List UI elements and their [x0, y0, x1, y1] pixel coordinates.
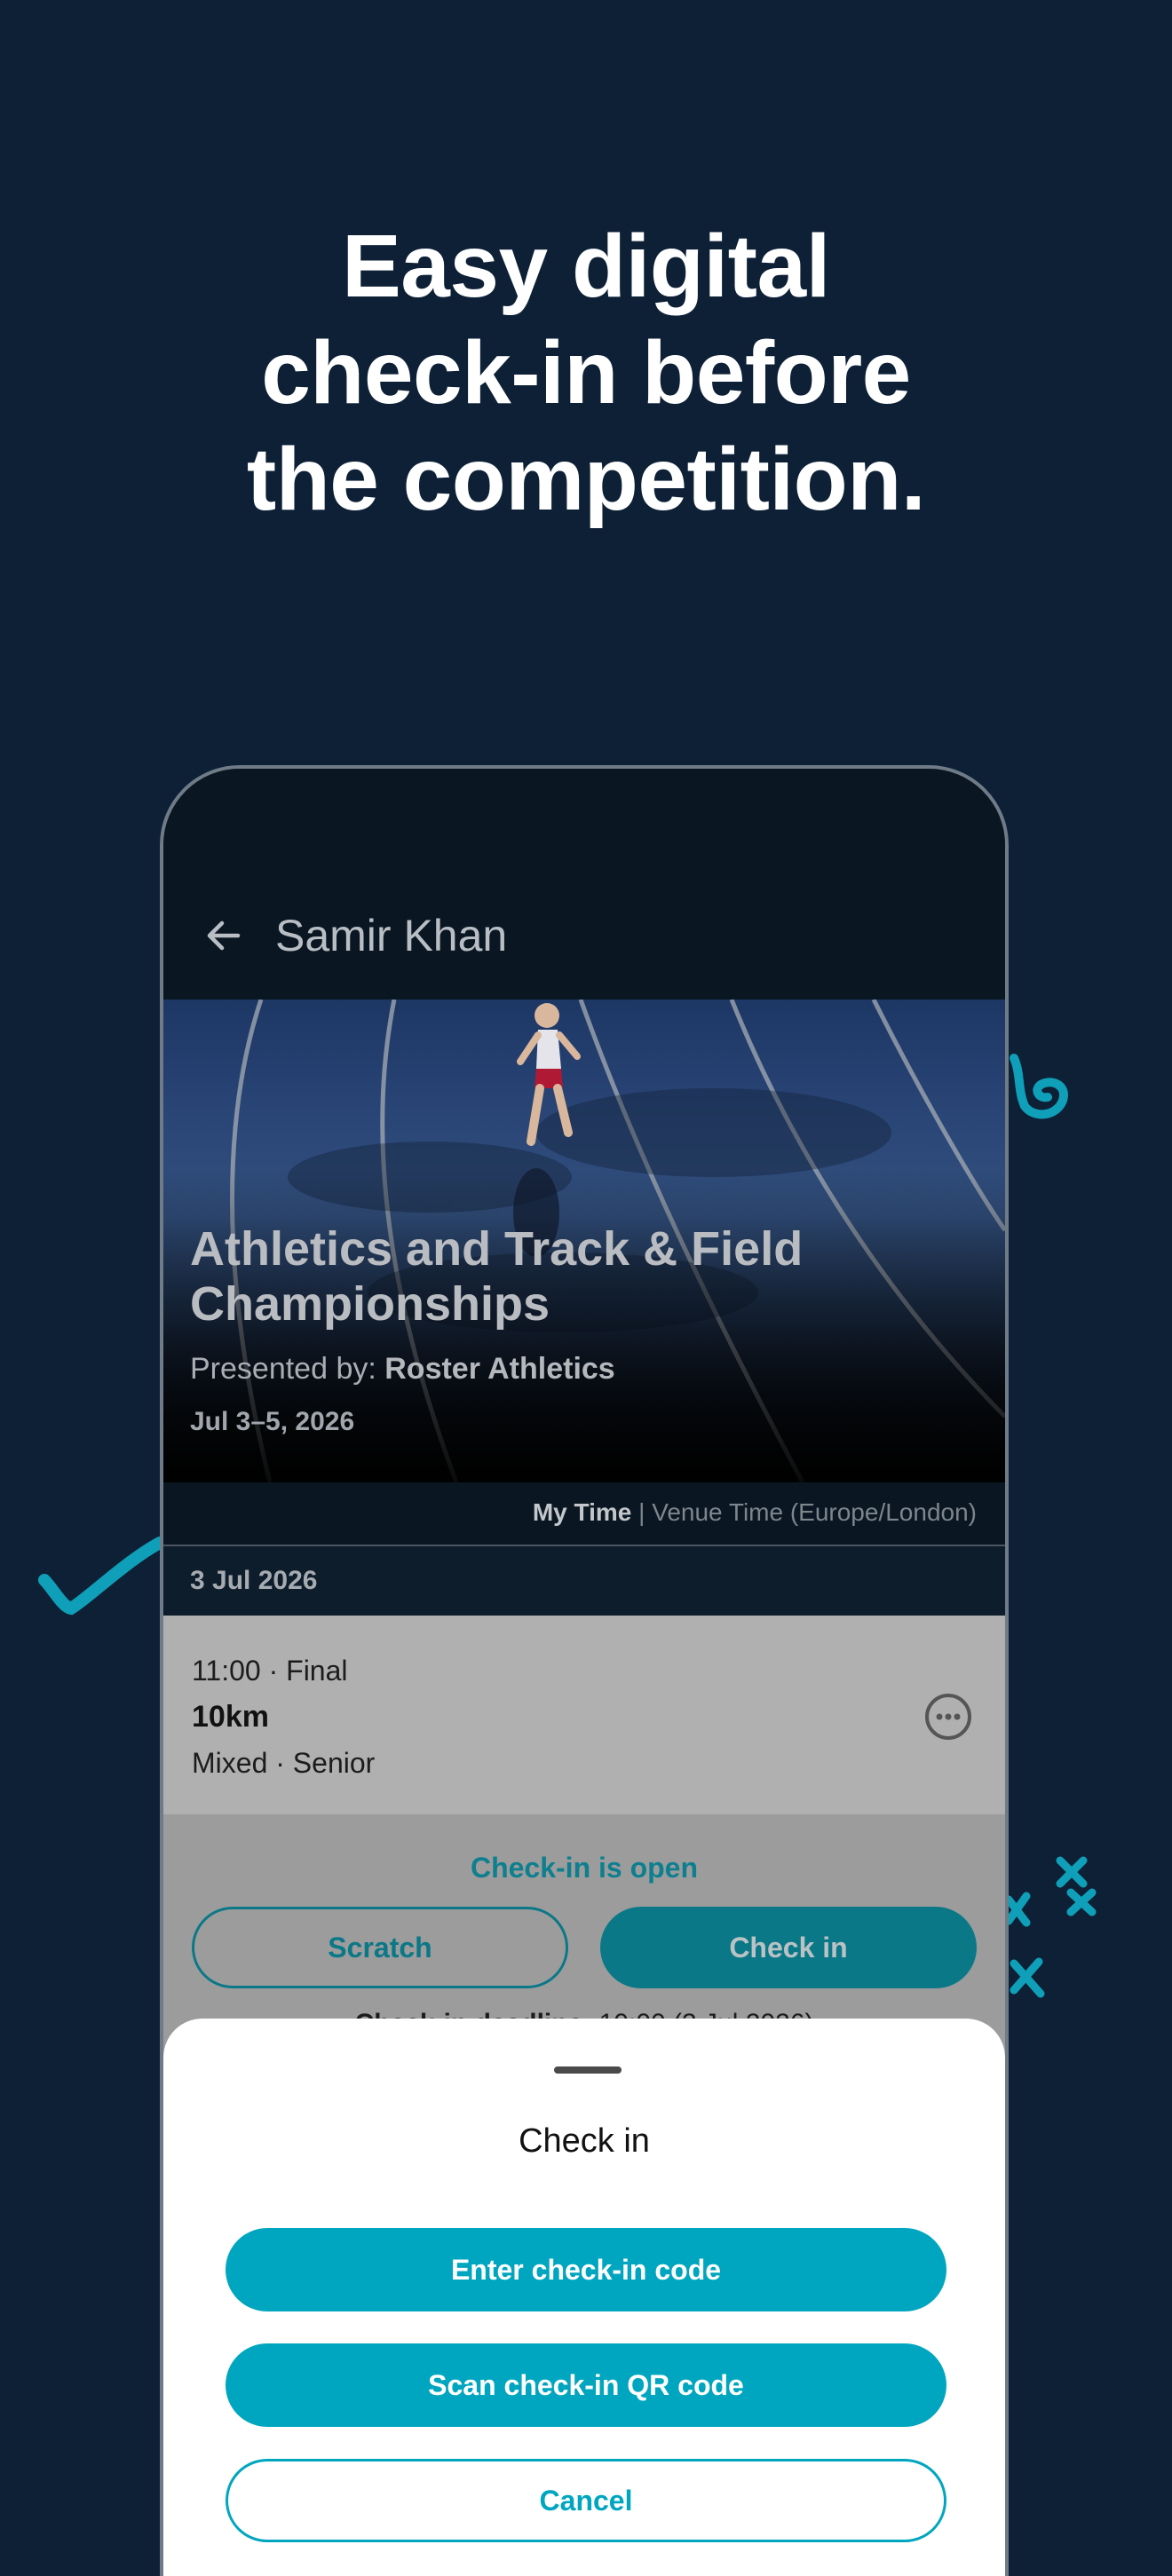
app-bar: Samir Khan: [163, 769, 1005, 1000]
presenter-name: Roster Athletics: [384, 1352, 615, 1386]
event-title: Athletics and Track & Field Championship…: [190, 1222, 804, 1331]
app-bar-title: Samir Khan: [275, 911, 508, 960]
event-dates: Jul 3–5, 2026: [190, 1407, 355, 1436]
enter-checkin-code-button[interactable]: Enter check-in code: [226, 2228, 946, 2311]
venue-time-option[interactable]: Venue Time (Europe/London): [652, 1498, 977, 1526]
event-presenter: Presented by: Roster Athletics: [190, 1349, 615, 1388]
schedule-date: 3 Jul 2026: [190, 1566, 318, 1595]
phone-frame: Samir Khan Athletics and Track & Field C…: [160, 765, 1009, 2576]
check-doodle-icon: [38, 1537, 166, 1616]
time-zone-toggle[interactable]: My Time | Venue Time (Europe/London): [163, 1482, 1005, 1546]
headline-line-1: Easy digital: [342, 217, 830, 316]
event-category: Mixed · Senior: [192, 1747, 376, 1779]
swirl-doodle-icon: [1010, 1054, 1068, 1119]
more-horizontal-icon[interactable]: [923, 1692, 973, 1742]
checkin-button[interactable]: Check in: [600, 1907, 977, 1988]
scratch-button[interactable]: Scratch: [192, 1907, 568, 1988]
schedule-event-row[interactable]: 11:00 · Final 10km Mixed · Senior: [163, 1616, 1005, 1814]
sheet-title: Check in: [519, 2122, 650, 2160]
schedule-date-header: 3 Jul 2026: [163, 1546, 1005, 1616]
checkin-bottom-sheet: Check in Enter check-in code Scan check-…: [163, 2019, 1005, 2576]
my-time-option[interactable]: My Time: [533, 1498, 632, 1526]
arrow-left-icon[interactable]: [199, 911, 249, 960]
headline: Easy digital check-in before the competi…: [0, 213, 1172, 533]
presented-by-label: Presented by:: [190, 1352, 376, 1386]
headline-line-3: the competition.: [246, 430, 926, 529]
sheet-drag-handle[interactable]: [554, 2066, 622, 2074]
event-hero-banner: Athletics and Track & Field Championship…: [163, 1000, 1005, 1482]
headline-line-2: check-in before: [261, 323, 911, 423]
cancel-button[interactable]: Cancel: [226, 2459, 946, 2542]
cross-doodle-icon: [1004, 1856, 1097, 1998]
checkin-status: Check-in is open: [470, 1852, 699, 1884]
event-time-round: 11:00 · Final: [192, 1655, 348, 1687]
event-name: 10km: [192, 1700, 269, 1734]
time-toggle-separator: |: [638, 1498, 645, 1526]
scan-qr-code-button[interactable]: Scan check-in QR code: [226, 2343, 946, 2427]
